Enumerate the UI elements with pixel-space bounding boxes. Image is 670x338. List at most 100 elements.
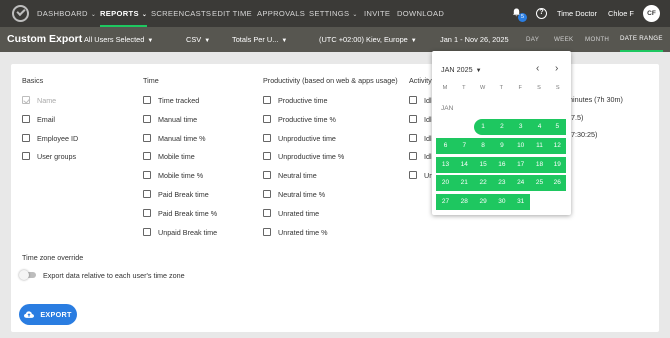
- calendar-day[interactable]: 4: [530, 119, 549, 135]
- nav-item-dashboard[interactable]: DASHBOARD ⌄: [37, 0, 96, 27]
- tab-day[interactable]: DAY: [526, 27, 539, 52]
- productivity-option-productive-time[interactable]: Productive time: [263, 95, 328, 105]
- nav-item-download[interactable]: DOWNLOAD: [397, 0, 444, 27]
- calendar-day[interactable]: 2: [492, 119, 512, 135]
- checkbox[interactable]: [143, 190, 151, 198]
- productivity-option-unproductive-time-[interactable]: Unproductive time %: [263, 151, 344, 161]
- time-option-manual-time-[interactable]: Manual time %: [143, 133, 206, 143]
- basics-option-name[interactable]: Name: [22, 95, 56, 105]
- users-filter-dropdown[interactable]: All Users Selected ▼: [84, 27, 153, 54]
- basics-option-user-groups[interactable]: User groups: [22, 151, 76, 161]
- checkbox[interactable]: [143, 209, 151, 217]
- calendar-day[interactable]: 21: [454, 175, 474, 192]
- checkbox[interactable]: [263, 228, 271, 236]
- totals-dropdown[interactable]: Totals Per U... ▼: [232, 27, 287, 54]
- help-icon[interactable]: ?: [536, 8, 547, 19]
- checkbox[interactable]: [22, 152, 30, 160]
- checkbox[interactable]: [143, 171, 151, 179]
- calendar-day[interactable]: 14: [454, 156, 474, 173]
- calendar-day[interactable]: 20: [436, 175, 455, 192]
- checkbox[interactable]: [409, 96, 417, 104]
- time-option-paid-break-time[interactable]: Paid Break time: [143, 189, 209, 199]
- basics-option-employee-id[interactable]: Employee ID: [22, 133, 78, 143]
- checkbox[interactable]: [263, 209, 271, 217]
- checkbox[interactable]: [263, 134, 271, 142]
- checkbox[interactable]: [409, 171, 417, 179]
- calendar-day[interactable]: 31: [511, 194, 531, 211]
- calendar-day[interactable]: 1: [473, 119, 493, 135]
- calendar-day[interactable]: 3: [511, 119, 531, 135]
- productivity-option-productive-time-[interactable]: Productive time %: [263, 114, 336, 124]
- user-avatar[interactable]: CF: [643, 5, 660, 22]
- checkbox[interactable]: [263, 152, 271, 160]
- checkbox[interactable]: [263, 190, 271, 198]
- timezone-dropdown[interactable]: (UTC +02:00) Kiev, Europe ▼: [319, 27, 417, 54]
- calendar-day[interactable]: 19: [548, 156, 566, 173]
- basics-option-email[interactable]: Email: [22, 114, 55, 124]
- calendar-day[interactable]: 6: [436, 137, 455, 154]
- calendar-day[interactable]: 27: [436, 194, 455, 211]
- productivity-option-neutral-time[interactable]: Neutral time: [263, 170, 317, 180]
- calendar-day[interactable]: 16: [492, 156, 512, 173]
- checkbox[interactable]: [143, 152, 151, 160]
- time-option-mobile-time[interactable]: Mobile time: [143, 151, 195, 161]
- tab-week[interactable]: WEEK: [554, 27, 573, 52]
- checkbox[interactable]: [263, 171, 271, 179]
- nav-item-reports[interactable]: REPORTS ⌄: [100, 0, 148, 27]
- calendar-day[interactable]: 28: [454, 194, 474, 211]
- calendar-day[interactable]: 17: [511, 156, 531, 173]
- checkbox[interactable]: [143, 115, 151, 123]
- calendar-day[interactable]: 15: [473, 156, 493, 173]
- nav-item-approvals[interactable]: APPROVALS: [257, 0, 305, 27]
- calendar-day[interactable]: 23: [492, 175, 512, 192]
- nav-item-edit-time[interactable]: EDIT TIME: [212, 0, 252, 27]
- calendar-day[interactable]: 22: [473, 175, 493, 192]
- calendar-day[interactable]: 11: [530, 137, 549, 154]
- productivity-option-unrated-time-[interactable]: Unrated time %: [263, 227, 328, 237]
- nav-item-invite[interactable]: INVITE: [364, 0, 390, 27]
- checkbox[interactable]: [22, 115, 30, 123]
- calendar-day[interactable]: 12: [548, 137, 566, 154]
- checkbox[interactable]: [143, 134, 151, 142]
- checkbox[interactable]: [409, 115, 417, 123]
- calendar-day[interactable]: 26: [548, 175, 566, 192]
- checkbox[interactable]: [409, 152, 417, 160]
- time-option-time-tracked[interactable]: Time tracked: [143, 95, 199, 105]
- calendar-day[interactable]: 18: [530, 156, 549, 173]
- checkbox[interactable]: [143, 228, 151, 236]
- checkbox[interactable]: [409, 134, 417, 142]
- time-option-manual-time[interactable]: Manual time: [143, 114, 197, 124]
- calendar-day[interactable]: 9: [492, 137, 512, 154]
- time-doctor-logo-icon[interactable]: [12, 5, 29, 22]
- checkbox[interactable]: [22, 96, 30, 104]
- time-option-paid-break-time-[interactable]: Paid Break time %: [143, 208, 217, 218]
- checkbox[interactable]: [143, 96, 151, 104]
- calendar-day[interactable]: 8: [473, 137, 493, 154]
- productivity-option-unproductive-time[interactable]: Unproductive time: [263, 133, 336, 143]
- productivity-option-unrated-time[interactable]: Unrated time: [263, 208, 319, 218]
- timezone-override-toggle[interactable]: [19, 270, 36, 280]
- organization-name[interactable]: Time Doctor: [557, 0, 597, 27]
- productivity-option-neutral-time-[interactable]: Neutral time %: [263, 189, 325, 199]
- calendar-day[interactable]: 30: [492, 194, 512, 211]
- calendar-day[interactable]: 24: [511, 175, 531, 192]
- tab-month[interactable]: MONTH: [585, 27, 609, 52]
- checkbox[interactable]: [263, 96, 271, 104]
- export-button[interactable]: EXPORT: [19, 304, 77, 325]
- date-range-picker[interactable]: Jan 1 - Nov 26, 2025: [440, 27, 509, 52]
- tab-date-range[interactable]: DATE RANGE: [620, 27, 663, 52]
- nav-item-screencasts[interactable]: SCREENCASTS: [151, 0, 211, 27]
- calendar-day[interactable]: 10: [511, 137, 531, 154]
- format-dropdown[interactable]: CSV ▼: [186, 27, 210, 54]
- calendar-day[interactable]: 5: [548, 119, 566, 135]
- calendar-day[interactable]: 29: [473, 194, 493, 211]
- calendar-day[interactable]: 25: [530, 175, 549, 192]
- next-month-arrow-icon[interactable]: ›: [555, 63, 558, 74]
- time-option-unpaid-break-time[interactable]: Unpaid Break time: [143, 227, 217, 237]
- time-option-mobile-time-[interactable]: Mobile time %: [143, 170, 203, 180]
- nav-item-settings[interactable]: SETTINGS ⌄: [309, 0, 358, 27]
- calendar-day[interactable]: 7: [454, 137, 474, 154]
- checkbox[interactable]: [22, 134, 30, 142]
- checkbox[interactable]: [263, 115, 271, 123]
- calendar-month-selector[interactable]: JAN 2025 ▼: [441, 65, 482, 74]
